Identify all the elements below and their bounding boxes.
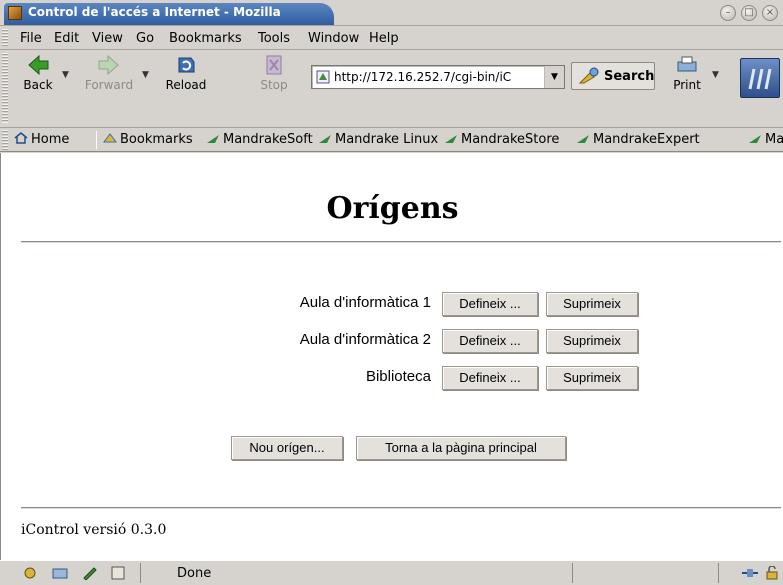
url-text[interactable]: http://172.16.252.7/cgi-bin/iC — [334, 70, 538, 84]
define-origin-button[interactable]: Defineix ... — [442, 292, 538, 316]
printer-icon — [677, 56, 697, 72]
back-button[interactable]: Back — [18, 54, 58, 98]
stop-button[interactable]: Stop — [256, 54, 292, 98]
menu-view[interactable]: View — [92, 31, 123, 46]
bookmark-link-overflow[interactable]: Ma — [748, 132, 783, 147]
search-label: Search — [604, 69, 655, 84]
bookmark-link-label: MandrakeExpert — [593, 132, 700, 147]
bookmark-star-icon — [319, 135, 331, 143]
bookmark-star-icon — [445, 135, 457, 143]
page-content: Orígens Aula d'informàtica 1 Defineix ..… — [0, 153, 783, 560]
origin-name: Biblioteca — [365, 368, 431, 385]
home-icon — [14, 132, 28, 144]
reload-icon — [178, 57, 195, 73]
mail-icon[interactable] — [52, 566, 68, 580]
new-origin-button[interactable]: Nou orígen... — [231, 436, 343, 460]
navigation-toolbar: Back ▼ Forward ▼ Reload Stop http://172.… — [0, 50, 783, 128]
status-separator — [140, 563, 141, 583]
home-label: Home — [31, 132, 70, 147]
navbar-grip[interactable] — [2, 53, 8, 123]
bookmarks-label: Bookmarks — [120, 132, 193, 147]
close-button[interactable]: × — [762, 5, 778, 21]
reload-label: Reload — [165, 78, 207, 92]
composer-icon[interactable] — [82, 566, 98, 580]
stop-label: Stop — [260, 78, 288, 92]
url-bar[interactable]: http://172.16.252.7/cgi-bin/iC ▼ — [311, 65, 565, 89]
page-title: Orígens — [326, 191, 459, 226]
delete-origin-button[interactable]: Suprimeix — [546, 292, 638, 316]
window-title: Control de l'accés a Internet - Mozilla — [28, 5, 281, 19]
menu-bookmarks[interactable]: Bookmarks — [169, 31, 242, 46]
bookmarks-button[interactable]: Bookmarks — [103, 132, 193, 147]
bottom-divider — [21, 507, 781, 509]
throbber-logo-icon — [748, 68, 772, 90]
search-icon — [578, 67, 599, 84]
delete-origin-button[interactable]: Suprimeix — [546, 366, 638, 390]
top-divider — [21, 241, 781, 243]
mozilla-throbber-icon[interactable] — [740, 58, 780, 98]
forward-button[interactable]: Forward — [80, 54, 138, 98]
bookmark-link-label: MandrakeStore — [461, 132, 560, 147]
personal-toolbar: Home Bookmarks MandrakeSoft Mandrake Lin… — [0, 128, 783, 152]
bookmarks-icon — [103, 133, 117, 143]
bookmark-link-label: Ma — [765, 132, 783, 147]
menu-file[interactable]: File — [20, 31, 42, 46]
title-bar: Control de l'accés a Internet - Mozilla … — [0, 0, 783, 26]
security-panel — [718, 563, 719, 583]
search-button[interactable]: Search — [571, 62, 655, 90]
menu-go[interactable]: Go — [136, 31, 154, 46]
bookmark-link-mandrake-linux[interactable]: Mandrake Linux — [318, 132, 438, 147]
mozilla-app-icon[interactable] — [8, 6, 22, 20]
navigator-icon[interactable] — [22, 566, 38, 580]
bookmark-link-label: Mandrake Linux — [335, 132, 439, 147]
origin-name: Aula d'informàtica 2 — [299, 331, 431, 348]
back-arrow-icon — [28, 54, 49, 76]
maximize-button[interactable]: □ — [741, 5, 757, 21]
menu-window[interactable]: Window — [308, 31, 359, 46]
bookmark-star-icon — [749, 135, 761, 143]
bookmark-link-mandrakesoft[interactable]: MandrakeSoft — [206, 132, 313, 147]
progress-panel — [572, 563, 573, 583]
minimize-button[interactable]: – — [720, 5, 736, 21]
back-label: Back — [23, 78, 53, 92]
online-status-icon[interactable] — [742, 566, 758, 580]
menubar-grip[interactable] — [2, 29, 8, 47]
print-label: Print — [673, 78, 701, 92]
status-bar: Done — [0, 560, 783, 585]
forward-arrow-icon — [98, 54, 119, 76]
page-proxy-icon[interactable] — [316, 70, 330, 84]
stop-icon — [266, 55, 282, 75]
version-footer: iControl versió 0.3.0 — [21, 522, 167, 538]
forward-history-arrow-icon[interactable]: ▼ — [142, 70, 149, 80]
security-lock-icon[interactable] — [764, 566, 780, 580]
menu-help[interactable]: Help — [369, 31, 399, 46]
personalbar-separator — [96, 131, 97, 149]
print-button[interactable]: Print — [668, 54, 706, 98]
bookmark-star-icon — [577, 135, 589, 143]
menu-tools[interactable]: Tools — [258, 31, 290, 46]
bookmark-star-icon — [207, 135, 219, 143]
origin-name: Aula d'informàtica 1 — [299, 294, 431, 311]
home-link[interactable]: Home — [14, 132, 69, 147]
print-options-arrow-icon[interactable]: ▼ — [712, 70, 719, 80]
back-history-arrow-icon[interactable]: ▼ — [62, 70, 69, 80]
personalbar-grip[interactable] — [2, 130, 8, 150]
status-text: Done — [177, 566, 212, 581]
menu-edit[interactable]: Edit — [54, 31, 79, 46]
bookmark-link-label: MandrakeSoft — [223, 132, 313, 147]
menu-bar: File Edit View Go Bookmarks Tools Window… — [0, 26, 783, 50]
delete-origin-button[interactable]: Suprimeix — [546, 329, 638, 353]
address-book-icon[interactable] — [110, 566, 126, 580]
reload-button[interactable]: Reload — [160, 54, 212, 98]
bookmark-link-mandrakeexpert[interactable]: MandrakeExpert — [576, 132, 700, 147]
define-origin-button[interactable]: Defineix ... — [442, 366, 538, 390]
back-to-main-page-button[interactable]: Torna a la pàgina principal — [356, 436, 566, 460]
bookmark-link-mandrakestore[interactable]: MandrakeStore — [444, 132, 559, 147]
define-origin-button[interactable]: Defineix ... — [442, 329, 538, 353]
url-dropdown-icon[interactable]: ▼ — [544, 66, 564, 88]
forward-label: Forward — [84, 78, 134, 92]
